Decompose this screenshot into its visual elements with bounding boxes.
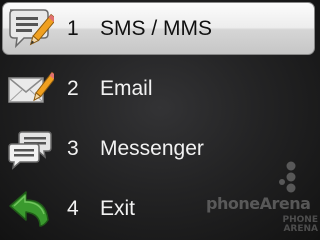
phonearena-watermark: phoneArena PHONE ARENA	[206, 160, 318, 240]
watermark-sub-line2: ARENA	[283, 224, 318, 234]
menu-item-number: 4	[67, 197, 79, 220]
chat-bubbles-icon	[6, 126, 54, 172]
menu-item-label: Email	[100, 77, 153, 100]
menu-item-label: SMS / MMS	[100, 17, 213, 40]
back-arrow-icon	[6, 186, 54, 232]
watermark-subtext: PHONE ARENA	[278, 216, 318, 234]
sms-compose-icon	[6, 6, 54, 52]
menu-item-number: 1	[67, 17, 79, 40]
menu-item-email[interactable]: 2 Email	[0, 60, 320, 120]
menu-item-label: Messenger	[100, 137, 204, 160]
menu-item-number: 2	[67, 77, 79, 100]
watermark-dots-icon	[279, 161, 296, 193]
envelope-pencil-icon	[6, 66, 54, 112]
menu-item-label: Exit	[100, 197, 136, 220]
menu-item-sms-mms[interactable]: 1 SMS / MMS	[0, 0, 320, 60]
messaging-menu-screen: 1 SMS / MMS 2 Email 3 Messenger 4 Exit p…	[0, 0, 320, 240]
watermark-brand: phoneArena	[206, 194, 311, 213]
menu-item-number: 3	[67, 137, 79, 160]
